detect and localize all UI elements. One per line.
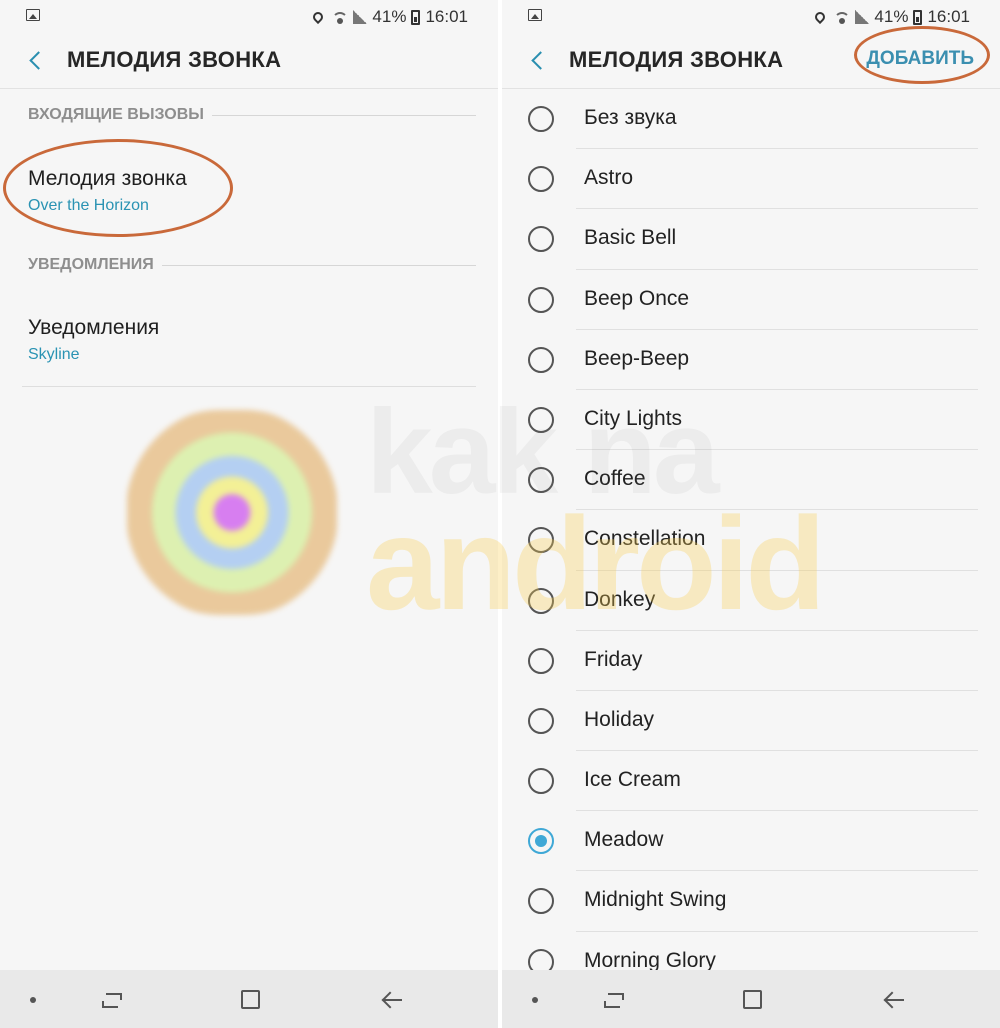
home-icon[interactable] [743, 990, 762, 1009]
radio-button[interactable] [528, 286, 554, 313]
app-bar: МЕЛОДИЯ ЗВОНКА [0, 34, 498, 89]
status-bar: 41% 16:01 [502, 0, 1000, 34]
ringtone-item[interactable]: Astro [502, 149, 1000, 210]
ringtone-item[interactable]: Midnight Swing [502, 871, 1000, 932]
wifi-icon [834, 10, 851, 24]
radio-button[interactable] [528, 166, 554, 193]
clock: 16:01 [425, 7, 468, 26]
back-arrow-icon[interactable] [528, 50, 550, 72]
page-title: МЕЛОДИЯ ЗВОНКА [67, 47, 282, 72]
page-title: МЕЛОДИЯ ЗВОНКА [569, 47, 784, 72]
back-arrow-icon[interactable] [26, 50, 48, 72]
ringtone-label: Beep Once [584, 286, 690, 310]
recent-apps-icon[interactable] [604, 990, 624, 1010]
ringtone-label: Basic Bell [584, 226, 677, 250]
gallery-icon [528, 9, 542, 21]
clock: 16:01 [927, 7, 970, 26]
app-bar: МЕЛОДИЯ ЗВОНКА ДОБАВИТЬ [502, 26, 1000, 89]
dot-icon[interactable] [532, 997, 538, 1003]
signal-icon [855, 10, 870, 24]
ringtone-item[interactable]: Без звука [502, 89, 1000, 150]
ringtone-label: Meadow [584, 828, 664, 852]
ringtone-label: Friday [584, 647, 643, 671]
setting-notifications-title: Уведомления [28, 316, 160, 339]
radio-button[interactable] [528, 106, 554, 132]
navigation-bar [502, 970, 1000, 1028]
setting-notifications-value: Skyline [28, 346, 80, 363]
setting-ringtone[interactable]: Мелодия звонка Over the Horizon [28, 167, 476, 215]
ringtone-item[interactable]: Beep-Beep [502, 330, 1000, 390]
ringtone-item[interactable]: Meadow [502, 811, 1000, 872]
ringtone-item[interactable]: Holiday [502, 691, 1000, 752]
gallery-icon [26, 9, 40, 21]
ringtone-label: Beep-Beep [584, 346, 690, 370]
radio-button[interactable] [528, 226, 554, 253]
setting-notifications[interactable]: Уведомления Skyline [28, 316, 476, 364]
add-button[interactable]: ДОБАВИТЬ [866, 48, 974, 70]
radio-button[interactable] [528, 707, 554, 734]
section-header-incoming-calls: ВХОДЯЩИЕ ВЫЗОВЫ [28, 106, 476, 124]
setting-ringtone-value: Over the Horizon [28, 197, 149, 214]
back-arrow-icon[interactable] [382, 991, 402, 1009]
setting-ringtone-title: Мелодия звонка [28, 167, 187, 190]
ringtone-label: Без звука [584, 106, 677, 129]
radio-button[interactable] [528, 346, 554, 373]
wifi-icon [332, 10, 349, 24]
battery-percent: 41% [372, 7, 407, 26]
ringtone-label: Astro [584, 166, 634, 190]
radio-button[interactable] [528, 828, 554, 855]
ringtone-item[interactable]: Beep Once [502, 270, 1000, 330]
back-arrow-icon[interactable] [884, 991, 904, 1009]
navigation-bar [0, 970, 498, 1028]
battery-percent: 41% [874, 7, 909, 26]
dot-icon[interactable] [30, 997, 36, 1003]
ringtone-item[interactable]: Friday [502, 631, 1000, 691]
radio-button[interactable] [528, 647, 554, 674]
ringtone-item[interactable]: Ice Cream [502, 751, 1000, 812]
home-icon[interactable] [241, 990, 260, 1009]
battery-icon [411, 9, 421, 25]
watermark-text: android [366, 490, 826, 637]
radio-button[interactable] [528, 888, 554, 915]
ringtone-label: Holiday [584, 707, 655, 731]
ringtone-label: Midnight Swing [584, 888, 727, 912]
battery-icon [913, 9, 923, 25]
recent-apps-icon[interactable] [102, 990, 122, 1010]
section-header-notifications: УВЕДОМЛЕНИЯ [28, 256, 476, 274]
ringtone-item[interactable]: Basic Bell [502, 209, 1000, 270]
signal-icon [353, 10, 368, 24]
status-bar: 41% 16:01 [0, 0, 498, 34]
location-icon [813, 9, 828, 25]
radio-button[interactable] [528, 768, 554, 795]
ringtone-label: Ice Cream [584, 768, 681, 792]
watermark-logo [127, 410, 337, 615]
location-icon [311, 9, 326, 25]
